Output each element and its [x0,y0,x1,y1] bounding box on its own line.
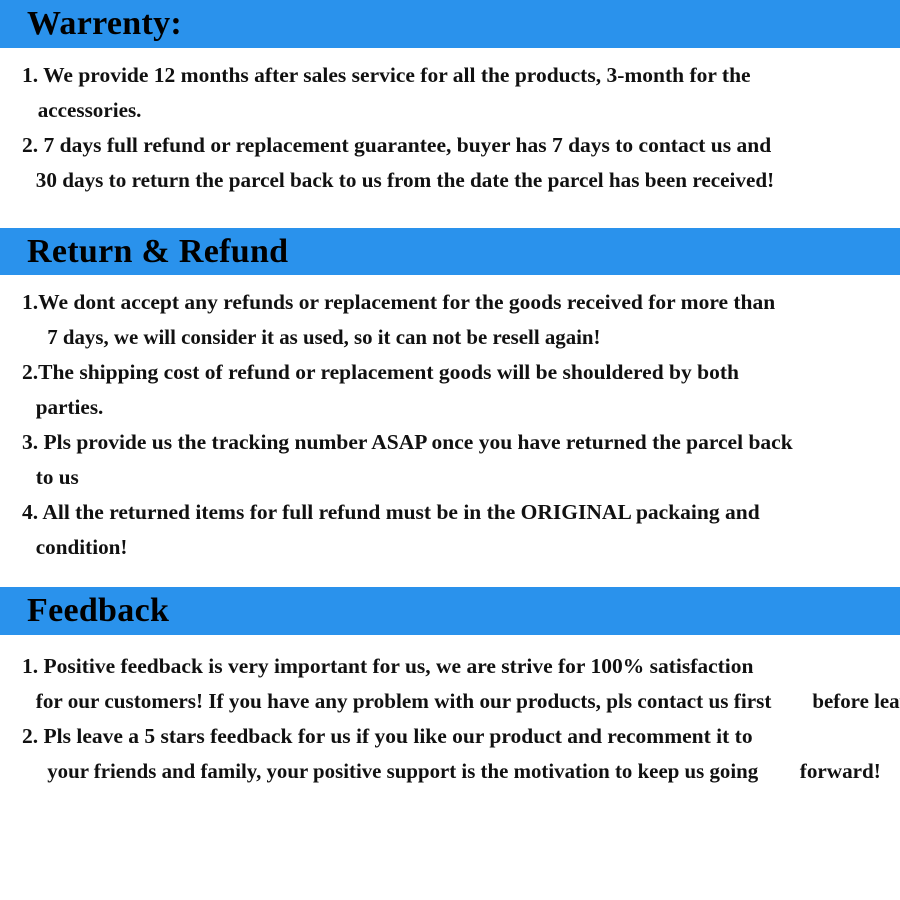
list-item-line: 2. Pls leave a 5 stars feedback for us i… [22,724,753,748]
section-header-feedback: Feedback [0,587,900,635]
list-item: 2.The shipping cost of refund or replace… [0,355,900,425]
list-item-line: accessories. [37,98,142,122]
policy-page: Warrenty: 1. We provide 12 months after … [0,0,900,900]
list-item-line: 1. Positive feedback is very important f… [22,654,754,678]
list-item-line: 1.We dont accept any refunds or replacem… [22,290,776,314]
list-item-line: parties. [35,395,104,419]
list-item: 1. We provide 12 months after sales serv… [0,58,900,128]
section-body-feedback: 1. Positive feedback is very important f… [0,635,900,789]
list-item: 1. Positive feedback is very important f… [0,649,900,719]
list-item: 1.We dont accept any refunds or replacem… [0,285,900,355]
list-item-line: 7 days, we will consider it as used, so … [47,325,601,349]
list-item-line: 1. We provide 12 months after sales serv… [22,63,751,87]
list-item-line: for our customers! If you have any probl… [35,689,772,713]
section-header-return-refund: Return & Refund [0,228,900,275]
list-item-line: forward! [799,759,881,783]
section-title-return-refund: Return & Refund [27,232,289,270]
list-item: 2. Pls leave a 5 stars feedback for us i… [0,719,900,789]
section-body-warranty: 1. We provide 12 months after sales serv… [0,48,900,228]
section-title-warranty: Warrenty: [27,5,183,42]
list-item: 3. Pls provide us the tracking number AS… [0,425,900,495]
list-item-line: 2.The shipping cost of refund or replace… [22,360,739,384]
list-item-line: to us [35,465,79,489]
list-item-line: condition! [35,535,128,559]
list-item-line: 4. All the returned items for full refun… [22,500,760,524]
list-item-line: 3. Pls provide us the tracking number AS… [22,430,793,454]
section-title-feedback: Feedback [27,592,170,629]
section-header-warranty: Warrenty: [0,0,900,48]
section-body-return-refund: 1.We dont accept any refunds or replacem… [0,275,900,587]
list-item: 2. 7 days full refund or replacement gua… [0,128,900,198]
list-item-line: your friends and family, your positive s… [47,759,759,783]
list-item-line: 2. 7 days full refund or replacement gua… [22,133,772,157]
list-item-line: 30 days to return the parcel back to us … [35,168,775,192]
list-item-line: before leaving any Neutral or Negative f… [812,689,900,713]
list-item: 4. All the returned items for full refun… [0,495,900,565]
